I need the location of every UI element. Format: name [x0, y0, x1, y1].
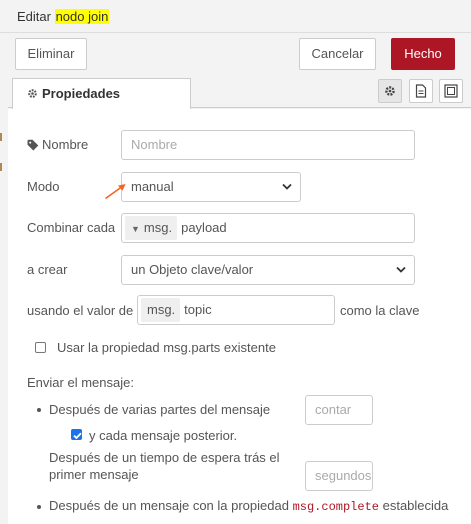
tab-properties-label: Propiedades — [42, 86, 121, 101]
tabs-row: Propiedades — [8, 78, 471, 109]
using-suffix: como la clave — [340, 303, 420, 318]
properties-panel: Nombre Nombre Modo manual Combinar cada … — [8, 109, 471, 524]
key-type-selector[interactable]: msg. — [141, 298, 181, 322]
layout-icon — [444, 84, 458, 98]
combine-prefix: msg. — [143, 220, 173, 235]
delete-button[interactable]: Eliminar — [15, 38, 87, 70]
done-button[interactable]: Hecho — [391, 38, 455, 70]
using-value: topic — [184, 302, 212, 317]
after-complete-code: msg.complete — [292, 500, 379, 514]
edge-mark — [0, 133, 2, 141]
each-subsequent-label: y cada mensaje posterior. — [89, 428, 238, 443]
after-parts-label: Después de varias partes del mensaje — [49, 402, 271, 417]
after-timeout-label: Después de un tiempo de espera trás el — [49, 450, 280, 465]
check-icon — [73, 432, 82, 440]
name-input[interactable]: Nombre — [121, 130, 415, 160]
tab-properties[interactable]: Propiedades — [12, 78, 191, 109]
key-property-input[interactable]: msg. topic — [137, 295, 335, 325]
using-label: usando el valor de — [27, 303, 134, 318]
after-complete-label: Después de un mensaje con la propiedad m… — [49, 498, 448, 514]
tab-appearance[interactable] — [439, 79, 463, 103]
count-input[interactable]: contar — [305, 395, 373, 425]
count-placeholder: contar — [315, 402, 352, 417]
mode-value: manual — [131, 179, 174, 194]
chevron-down-icon — [282, 183, 292, 190]
after-timeout-label-line2: primer mensaje — [49, 467, 139, 482]
title-bar: Editar nodo join — [0, 0, 471, 33]
tab-settings[interactable] — [378, 79, 402, 103]
combine-value: payload — [181, 220, 227, 235]
send-label: Enviar el mensaje: — [27, 375, 134, 390]
bullet — [37, 408, 41, 412]
bullet — [37, 505, 41, 509]
title-highlight: nodo join — [54, 9, 110, 24]
name-placeholder: Nombre — [131, 137, 178, 152]
gear-icon — [385, 86, 395, 96]
arrow-annotation — [105, 184, 126, 200]
create-select[interactable]: un Objeto clave/valor — [121, 255, 415, 285]
combine-property-input[interactable]: ▼ msg. payload — [121, 213, 415, 243]
title-prefix: Editar — [17, 9, 55, 24]
tab-description[interactable] — [409, 79, 433, 103]
mode-select[interactable]: manual — [121, 172, 301, 202]
name-label: Nombre — [42, 137, 89, 152]
use-parts-checkbox[interactable] — [35, 342, 46, 353]
after-complete-prefix: Después de un mensaje con la propiedad — [49, 498, 293, 513]
after-complete-suffix: establecida — [378, 498, 449, 513]
cancel-button[interactable]: Cancelar — [299, 38, 376, 70]
tag-icon — [27, 139, 39, 151]
combine-label: Combinar cada — [27, 220, 116, 235]
create-label: a crear — [27, 262, 68, 277]
gear-icon — [28, 89, 37, 98]
seconds-placeholder: segundos — [315, 468, 372, 483]
chevron-down-icon — [396, 266, 406, 273]
combine-type-selector[interactable]: ▼ msg. — [125, 216, 178, 240]
left-edge — [0, 33, 8, 524]
each-subsequent-checkbox[interactable] — [71, 429, 82, 440]
mode-label: Modo — [27, 179, 60, 194]
caret-down-icon: ▼ — [131, 224, 140, 234]
using-prefix: msg. — [147, 302, 176, 317]
edge-mark — [0, 163, 2, 171]
seconds-input[interactable]: segundos — [305, 461, 373, 491]
document-icon — [415, 84, 427, 98]
use-parts-label: Usar la propiedad msg.parts existente — [57, 340, 276, 355]
page-title: Editar nodo join — [17, 9, 110, 24]
create-value: un Objeto clave/valor — [131, 262, 254, 277]
